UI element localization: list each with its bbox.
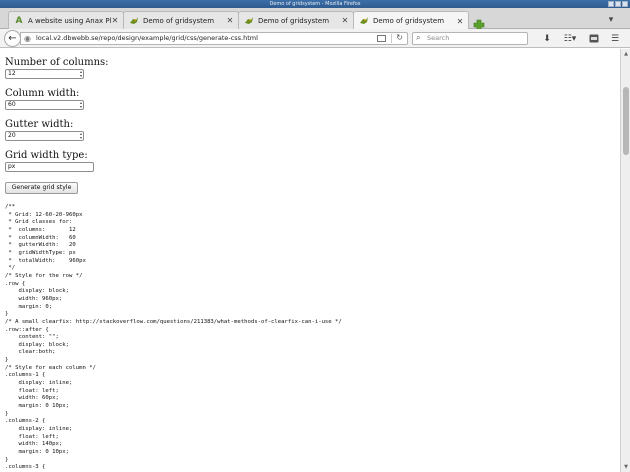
tab-strip: A A website using Anax Pla... ✕ Demo of … [0, 8, 630, 31]
maximize-button[interactable] [615, 1, 621, 7]
close-window-button[interactable] [622, 1, 628, 7]
scrollbar-thumb[interactable] [623, 87, 629, 155]
search-bar[interactable]: ⌕ Search [412, 32, 528, 45]
download-icon[interactable]: ⬇ [541, 32, 553, 45]
minimize-button[interactable] [608, 1, 614, 7]
bird-icon [359, 16, 369, 26]
tab-list-icon[interactable]: ▾ [606, 13, 616, 26]
vertical-scrollbar[interactable]: ▲ ▼ [620, 49, 630, 472]
addon-icon[interactable] [588, 32, 600, 45]
gutter-label: Gutter width: [5, 119, 74, 130]
columns-label: Number of columns: [5, 57, 109, 68]
reader-view-icon[interactable] [377, 35, 386, 42]
column-width-input[interactable]: 60 ▴ ▾ [5, 100, 84, 110]
close-tab-icon[interactable]: ✕ [341, 16, 349, 25]
nav-bar: ◉ local.v2.dbwebb.se/repo/design/example… [0, 29, 630, 48]
anax-icon: A [15, 15, 23, 26]
back-arrow-icon: ← [8, 33, 17, 44]
extensions-icon[interactable]: ☷▾ [560, 32, 580, 45]
scroll-up-icon[interactable]: ▲ [622, 50, 630, 58]
search-input[interactable]: Search [427, 33, 449, 44]
tab-anax[interactable]: A A website using Anax Pla... ✕ [8, 11, 124, 29]
column-width-label: Column width: [5, 88, 80, 99]
tab-gridsystem-2[interactable]: Demo of gridsystem ✕ [238, 11, 354, 29]
reload-icon[interactable]: ↻ [396, 33, 403, 42]
tab-title: Demo of gridsystem [373, 17, 445, 25]
columns-value: 12 [8, 70, 16, 77]
column-width-value: 60 [8, 101, 16, 108]
back-button[interactable]: ← [4, 30, 21, 47]
generate-button[interactable]: Generate grid style [5, 182, 78, 194]
globe-icon: ◉ [24, 34, 31, 43]
page-content: Number of columns: 12 ▴ ▾ Column width: 6… [0, 49, 620, 472]
spinner-icon[interactable]: ▴ ▾ [80, 70, 82, 78]
grid-type-input[interactable]: px [5, 162, 94, 172]
generated-css-output: /** * Grid: 12-60-20-960px * Grid classe… [5, 204, 342, 471]
search-icon: ⌕ [416, 33, 421, 42]
bird-icon [129, 16, 139, 26]
tab-title: Demo of gridsystem [143, 16, 215, 25]
url-bar[interactable]: ◉ local.v2.dbwebb.se/repo/design/example… [20, 32, 408, 45]
tab-gridsystem-1[interactable]: Demo of gridsystem ✕ [123, 11, 239, 29]
url-separator [391, 34, 392, 43]
url-text[interactable]: local.v2.dbwebb.se/repo/design/example/g… [36, 33, 258, 44]
scroll-down-icon[interactable]: ▼ [622, 463, 630, 471]
bird-icon [244, 16, 254, 26]
spinner-icon[interactable]: ▴ ▾ [80, 101, 82, 109]
close-tab-icon[interactable]: ✕ [226, 16, 234, 25]
close-tab-icon[interactable]: ✕ [111, 16, 119, 25]
window-controls [608, 1, 628, 7]
menu-icon[interactable]: ☰ [609, 32, 621, 45]
tab-title: Demo of gridsystem [258, 16, 330, 25]
spinner-icon[interactable]: ▴ ▾ [80, 132, 82, 140]
gutter-value: 20 [8, 132, 16, 139]
grid-type-value: px [8, 163, 16, 170]
close-tab-icon[interactable]: ✕ [456, 17, 464, 26]
window-title: Demo of gridsystem - Mozilla Firefox [269, 1, 361, 7]
tab-title: A website using Anax Pla... [28, 16, 111, 25]
grid-type-label: Grid width type: [5, 150, 88, 161]
tab-gridsystem-active[interactable]: Demo of gridsystem ✕ [353, 11, 469, 30]
gutter-input[interactable]: 20 ▴ ▾ [5, 131, 84, 141]
columns-input[interactable]: 12 ▴ ▾ [5, 69, 84, 79]
window-titlebar: Demo of gridsystem - Mozilla Firefox [0, 0, 630, 8]
